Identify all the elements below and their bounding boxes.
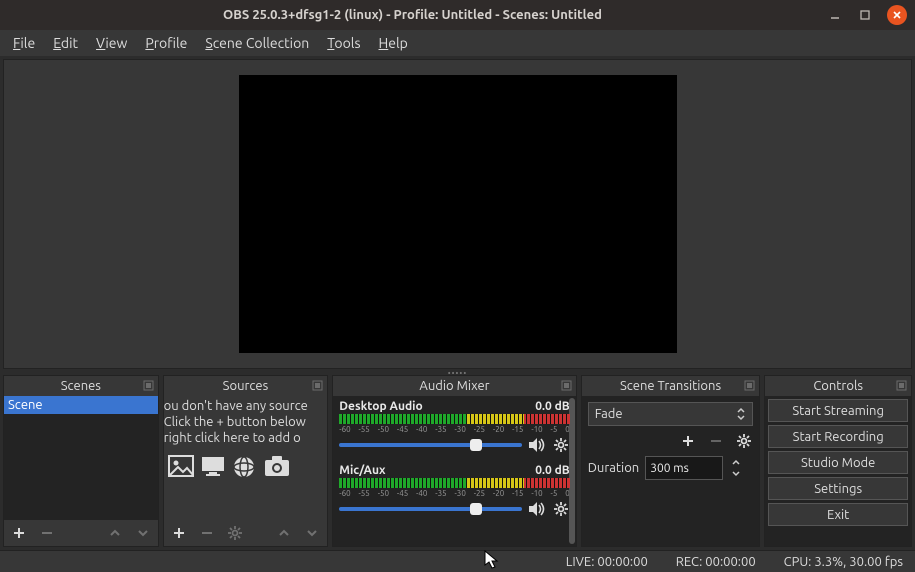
settings-button[interactable]: Settings <box>768 477 908 500</box>
start-recording-button[interactable]: Start Recording <box>768 425 908 448</box>
menu-help[interactable]: Help <box>372 33 415 53</box>
sources-title-label: Sources <box>223 379 269 393</box>
scenes-title-label: Scenes <box>61 379 101 393</box>
dock-icon[interactable] <box>744 380 755 391</box>
status-live: LIVE: 00:00:00 <box>566 555 648 569</box>
spin-down[interactable] <box>729 468 743 480</box>
status-cpu: CPU: 3.3%, 30.00 fps <box>784 555 903 569</box>
sources-toolbar <box>164 520 328 546</box>
sources-hint: ou don't have any source Click the + but… <box>164 396 328 452</box>
audio-mixer-panel: Audio Mixer Desktop Audio 0.0 dB -60-55-… <box>332 375 576 547</box>
transition-settings-button[interactable] <box>735 432 753 450</box>
dock-icon[interactable] <box>143 380 154 391</box>
menu-view[interactable]: View <box>89 33 134 53</box>
add-scene-button[interactable] <box>10 524 28 542</box>
controls-body: Start Streaming Start Recording Studio M… <box>765 396 911 546</box>
bottom-panels: Scenes Scene Sources ou don't have any s… <box>0 375 915 550</box>
source-down-button[interactable] <box>303 524 321 542</box>
duration-spinner[interactable]: 300 ms <box>645 456 723 480</box>
status-bar: LIVE: 00:00:00 REC: 00:00:00 CPU: 3.3%, … <box>0 550 915 572</box>
transition-selected: Fade <box>595 407 623 421</box>
dropdown-arrows-icon <box>736 407 746 421</box>
menu-scene-collection[interactable]: Scene Collection <box>198 33 316 53</box>
transitions-title: Scene Transitions <box>582 376 760 396</box>
sources-hint-icons <box>164 452 328 487</box>
audio-track-mic: Mic/Aux 0.0 dB -60-55-50-45-40-35-30-25-… <box>339 464 569 518</box>
remove-scene-button[interactable] <box>38 524 56 542</box>
controls-title: Controls <box>765 376 911 396</box>
studio-mode-button[interactable]: Studio Mode <box>768 451 908 474</box>
volume-meter <box>339 414 569 424</box>
menu-file[interactable]: File <box>6 33 42 53</box>
duration-value: 300 ms <box>650 462 689 475</box>
menu-bar: File Edit View Profile Scene Collection … <box>0 30 915 56</box>
window-title: OBS 25.0.3+dfsg1-2 (linux) - Profile: Un… <box>223 8 602 22</box>
status-rec: REC: 00:00:00 <box>676 555 756 569</box>
transitions-panel: Scene Transitions Fade Duration 300 ms <box>581 375 761 547</box>
sources-panel: Sources ou don't have any source Click t… <box>163 375 329 547</box>
cursor-icon <box>484 550 500 570</box>
scenes-title: Scenes <box>4 376 158 396</box>
mixer-title: Audio Mixer <box>333 376 575 396</box>
exit-button[interactable]: Exit <box>768 503 908 526</box>
transitions-body: Fade Duration 300 ms <box>582 396 760 546</box>
remove-transition-button[interactable] <box>707 432 725 450</box>
volume-slider[interactable] <box>339 443 521 447</box>
meter-scale: -60-55-50-45-40-35-30-25-20-15-10-50 <box>339 425 569 434</box>
sources-title: Sources <box>164 376 328 396</box>
spin-up[interactable] <box>729 456 743 468</box>
title-bar: OBS 25.0.3+dfsg1-2 (linux) - Profile: Un… <box>0 0 915 30</box>
transition-dropdown[interactable]: Fade <box>588 402 754 426</box>
dock-icon[interactable] <box>561 380 572 391</box>
scenes-toolbar <box>4 520 158 546</box>
close-button[interactable] <box>887 5 907 25</box>
browser-source-icon <box>232 455 258 481</box>
dock-icon[interactable] <box>896 380 907 391</box>
audio-track-desktop: Desktop Audio 0.0 dB -60-55-50-45-40-35-… <box>339 400 569 454</box>
image-source-icon <box>168 455 194 481</box>
speaker-icon[interactable] <box>528 436 546 454</box>
dock-icon[interactable] <box>312 380 323 391</box>
mixer-title-label: Audio Mixer <box>419 379 489 393</box>
add-source-button[interactable] <box>170 524 188 542</box>
scenes-panel: Scenes Scene <box>3 375 159 547</box>
menu-edit[interactable]: Edit <box>46 33 85 53</box>
preview-canvas[interactable] <box>239 75 677 353</box>
display-source-icon <box>200 455 226 481</box>
controls-title-label: Controls <box>813 379 863 393</box>
transitions-title-label: Scene Transitions <box>620 379 721 393</box>
start-streaming-button[interactable]: Start Streaming <box>768 399 908 422</box>
minimize-button[interactable] <box>827 7 843 23</box>
maximize-button[interactable] <box>857 7 873 23</box>
track-name: Mic/Aux <box>339 464 385 477</box>
scene-up-button[interactable] <box>106 524 124 542</box>
duration-label: Duration <box>588 461 640 475</box>
hint-line: ou don't have any source <box>164 398 328 414</box>
volume-meter <box>339 478 569 488</box>
speaker-icon[interactable] <box>528 500 546 518</box>
menu-profile[interactable]: Profile <box>138 33 194 53</box>
source-up-button[interactable] <box>275 524 293 542</box>
track-db: 0.0 dB <box>535 400 569 413</box>
volume-slider[interactable] <box>339 507 521 511</box>
track-db: 0.0 dB <box>535 464 569 477</box>
hint-line: Click the + button below <box>164 414 328 430</box>
meter-scale: -60-55-50-45-40-35-30-25-20-15-10-50 <box>339 489 569 498</box>
menu-tools[interactable]: Tools <box>320 33 367 53</box>
add-transition-button[interactable] <box>679 432 697 450</box>
track-settings-button[interactable] <box>552 500 570 518</box>
track-name: Desktop Audio <box>339 400 422 413</box>
controls-panel: Controls Start Streaming Start Recording… <box>764 375 912 547</box>
scenes-list[interactable]: Scene <box>4 396 158 520</box>
camera-source-icon <box>264 455 290 481</box>
source-settings-button[interactable] <box>226 524 244 542</box>
sources-list[interactable]: ou don't have any source Click the + but… <box>164 396 328 520</box>
preview-area <box>3 59 912 369</box>
scene-item[interactable]: Scene <box>4 396 158 414</box>
scene-down-button[interactable] <box>134 524 152 542</box>
hint-line: right click here to add o <box>164 430 328 446</box>
track-settings-button[interactable] <box>552 436 570 454</box>
mixer-body: Desktop Audio 0.0 dB -60-55-50-45-40-35-… <box>333 396 575 546</box>
remove-source-button[interactable] <box>198 524 216 542</box>
